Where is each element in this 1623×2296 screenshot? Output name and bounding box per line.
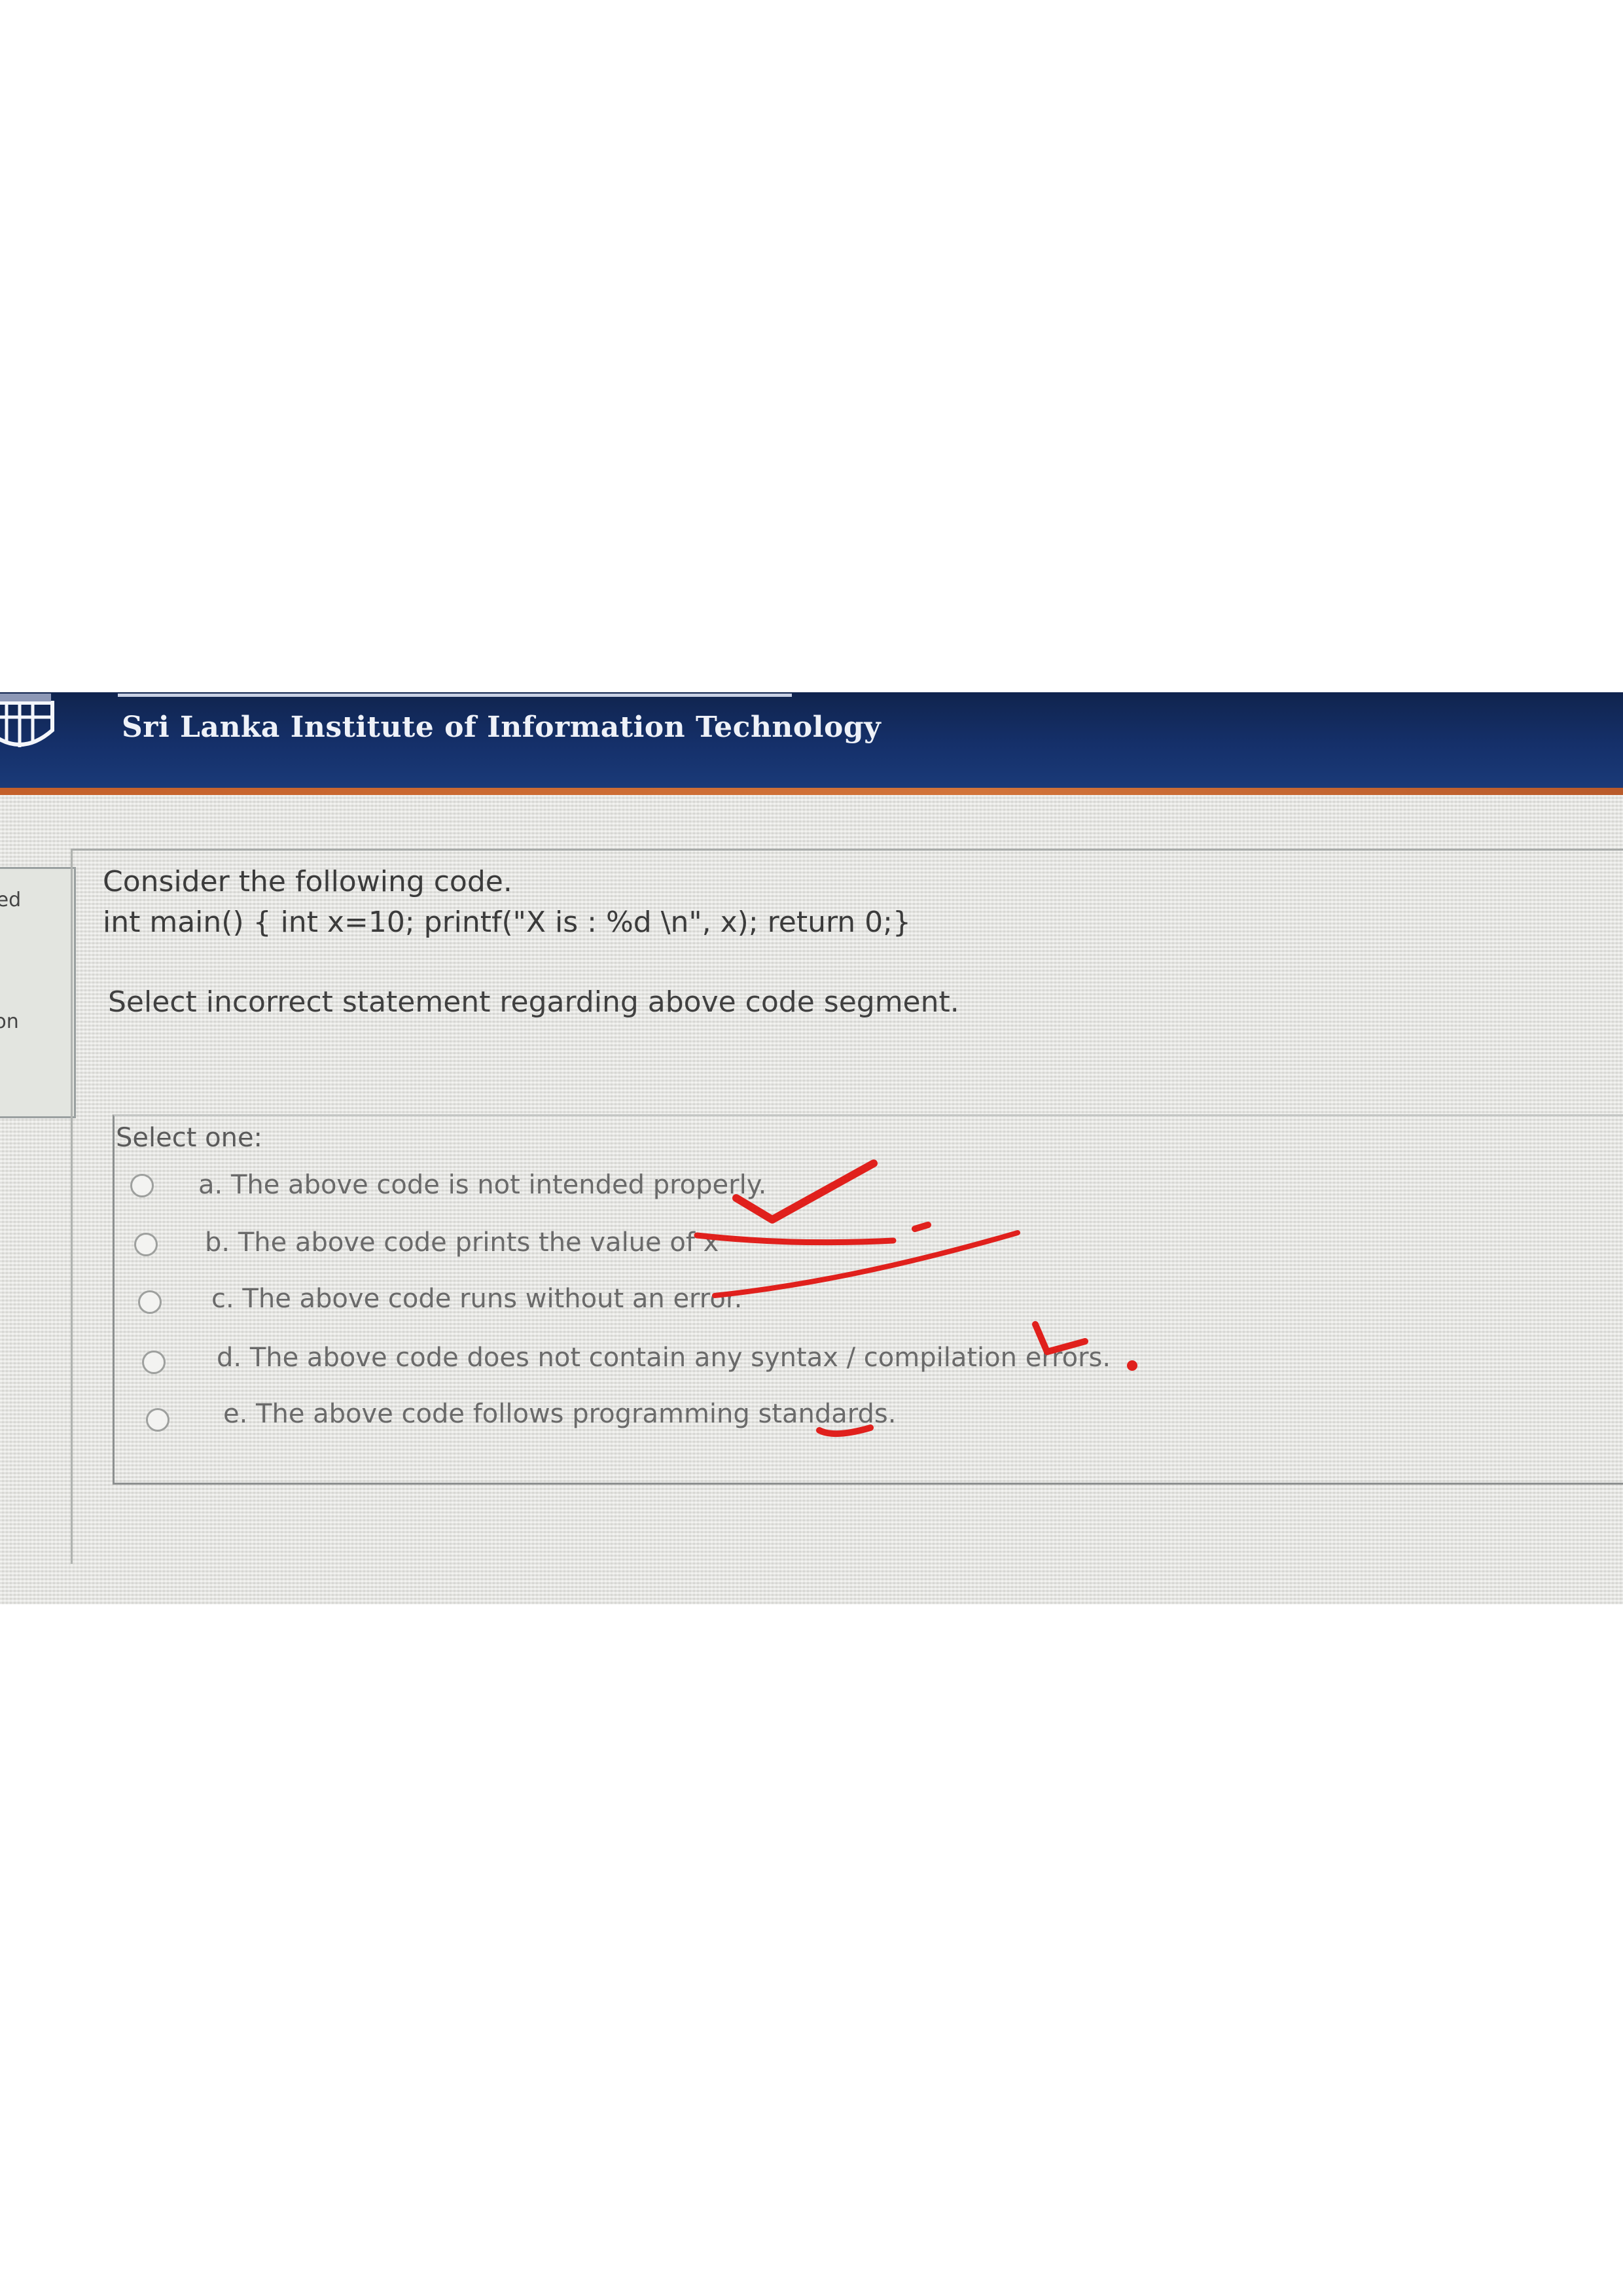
- site-header: Sri Lanka Institute of Information Techn…: [0, 692, 1623, 788]
- header-accent-rule: [0, 788, 1623, 795]
- answer-panel: Select one: a. The above code is not int…: [113, 1114, 1623, 1485]
- option-c-label[interactable]: c. The above code runs without an error.: [211, 1284, 742, 1314]
- question-info-panel: red ion: [0, 867, 76, 1118]
- option-e-label[interactable]: e. The above code follows programming st…: [223, 1399, 896, 1429]
- select-one-label: Select one:: [116, 1123, 263, 1153]
- quiz-page: red ion Consider the following code. int…: [0, 795, 1623, 1604]
- option-a-label[interactable]: a. The above code is not intended proper…: [198, 1170, 766, 1200]
- institute-logo-icon: [0, 694, 54, 747]
- question-flag-fragment[interactable]: ion: [0, 1010, 19, 1033]
- option-d-radio[interactable]: [142, 1351, 166, 1374]
- question-intro: Consider the following code.: [103, 865, 512, 898]
- question-prompt: Select incorrect statement regarding abo…: [108, 985, 959, 1019]
- photo-of-screen: Sri Lanka Institute of Information Techn…: [0, 692, 1623, 1604]
- option-c-radio[interactable]: [138, 1290, 162, 1314]
- question-code: int main() { int x=10; printf("X is : %d…: [103, 906, 911, 939]
- question-status-fragment: red: [0, 889, 22, 911]
- header-top-line: [118, 694, 792, 697]
- option-a-radio[interactable]: [130, 1174, 154, 1197]
- option-b-radio[interactable]: [134, 1233, 158, 1256]
- option-d-label[interactable]: d. The above code does not contain any s…: [217, 1343, 1111, 1373]
- option-e-radio[interactable]: [146, 1408, 169, 1432]
- institution-name: Sri Lanka Institute of Information Techn…: [122, 711, 882, 744]
- option-b-label[interactable]: b. The above code prints the value of x: [205, 1227, 719, 1258]
